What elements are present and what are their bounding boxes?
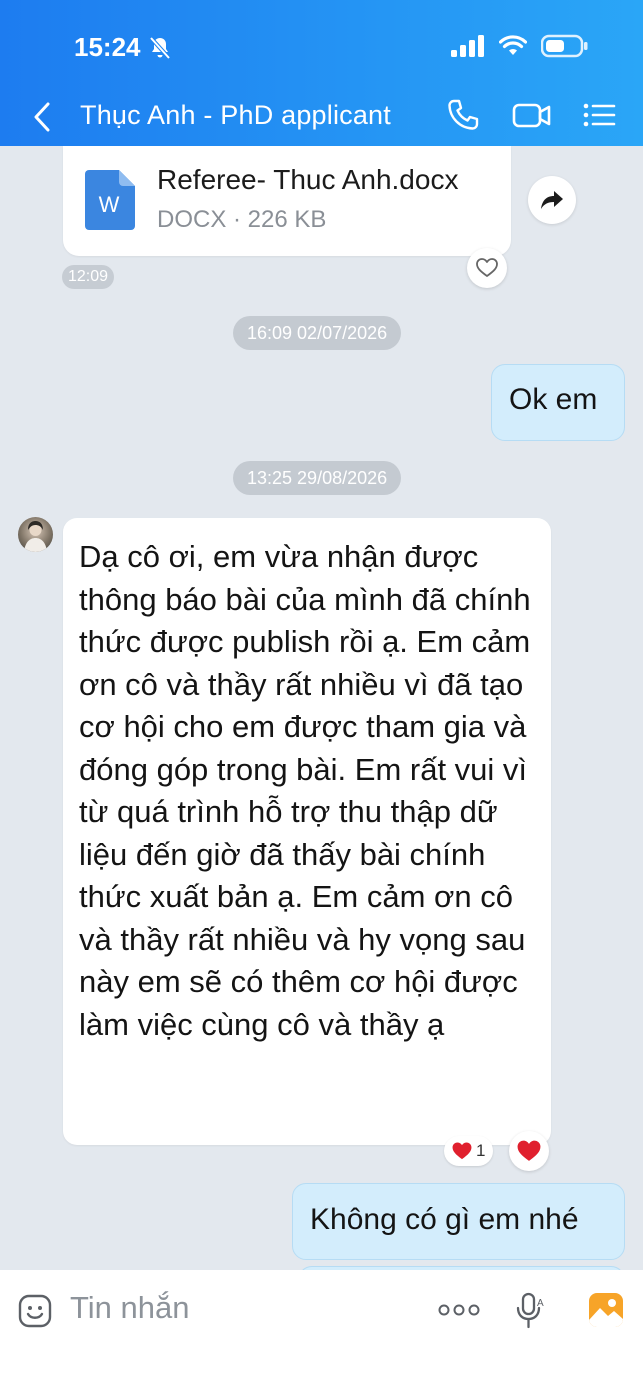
phone-icon (448, 99, 479, 130)
forward-arrow-icon (541, 191, 563, 209)
message-input[interactable]: Tin nhắn (70, 1290, 190, 1326)
forward-button[interactable] (528, 176, 576, 224)
file-message[interactable]: W Referee- Thuc Anh.docx DOCX · 226 KB (63, 146, 511, 256)
status-icons (451, 34, 589, 58)
heart-outline-icon (476, 258, 498, 277)
react-button[interactable] (467, 248, 507, 288)
image-icon (589, 1293, 623, 1327)
heart-icon (452, 1142, 472, 1160)
status-time: 15:24 (74, 32, 171, 63)
word-document-icon: W (85, 170, 135, 235)
voice-message-button[interactable]: A (514, 1292, 544, 1335)
list-menu-icon (583, 103, 616, 127)
reaction-count[interactable]: 1 (444, 1136, 494, 1166)
more-options-button[interactable] (438, 1300, 480, 1325)
bell-off-icon (149, 36, 170, 59)
incoming-message[interactable]: Dạ cô ơi, em vừa nhận được thông báo bài… (63, 518, 551, 1145)
chevron-left-icon (34, 102, 50, 132)
message-text: Ok em (509, 383, 598, 416)
menu-button[interactable] (582, 98, 616, 137)
message-input-bar: Tin nhắn A (0, 1270, 643, 1400)
wifi-icon (499, 35, 527, 55)
message-text: Không có gì em nhé (310, 1203, 579, 1236)
status-time-text: 15:24 (74, 32, 141, 62)
word-icon-letter: W (99, 192, 120, 217)
sticker-button[interactable] (18, 1294, 52, 1333)
outgoing-message[interactable]: Ok em (491, 364, 625, 441)
reaction-count-text: 1 (476, 1141, 486, 1160)
avatar-portrait-icon (24, 521, 47, 552)
file-name: Referee- Thuc Anh.docx (157, 164, 459, 195)
avatar[interactable] (18, 517, 53, 552)
heart-icon (517, 1140, 541, 1161)
more-horizontal-icon (438, 1304, 480, 1316)
react-button[interactable] (509, 1131, 549, 1171)
chat-title[interactable]: Thục Anh - PhD applicant (80, 100, 391, 131)
outgoing-message[interactable]: Không có gì em nhé (292, 1183, 625, 1260)
message-time: 12:09 (62, 265, 115, 289)
battery-icon (541, 34, 588, 58)
date-separator: 13:25 29/08/2026 (233, 461, 402, 495)
chat-header: 15:24 Thục Anh - PhD applicant (0, 0, 643, 146)
file-meta: DOCX · 226 KB (157, 206, 327, 233)
emoji-icon (18, 1294, 52, 1328)
date-separator: 16:09 02/07/2026 (233, 316, 402, 350)
svg-text:A: A (537, 1298, 544, 1309)
gallery-button[interactable] (588, 1292, 624, 1333)
back-button[interactable] (28, 100, 58, 134)
video-icon (512, 103, 551, 128)
message-text: Dạ cô ơi, em vừa nhận được thông báo bài… (79, 539, 531, 1042)
call-button[interactable] (446, 98, 480, 137)
microphone-icon: A (516, 1292, 544, 1329)
video-call-button[interactable] (512, 98, 552, 137)
signal-icon (451, 35, 484, 57)
